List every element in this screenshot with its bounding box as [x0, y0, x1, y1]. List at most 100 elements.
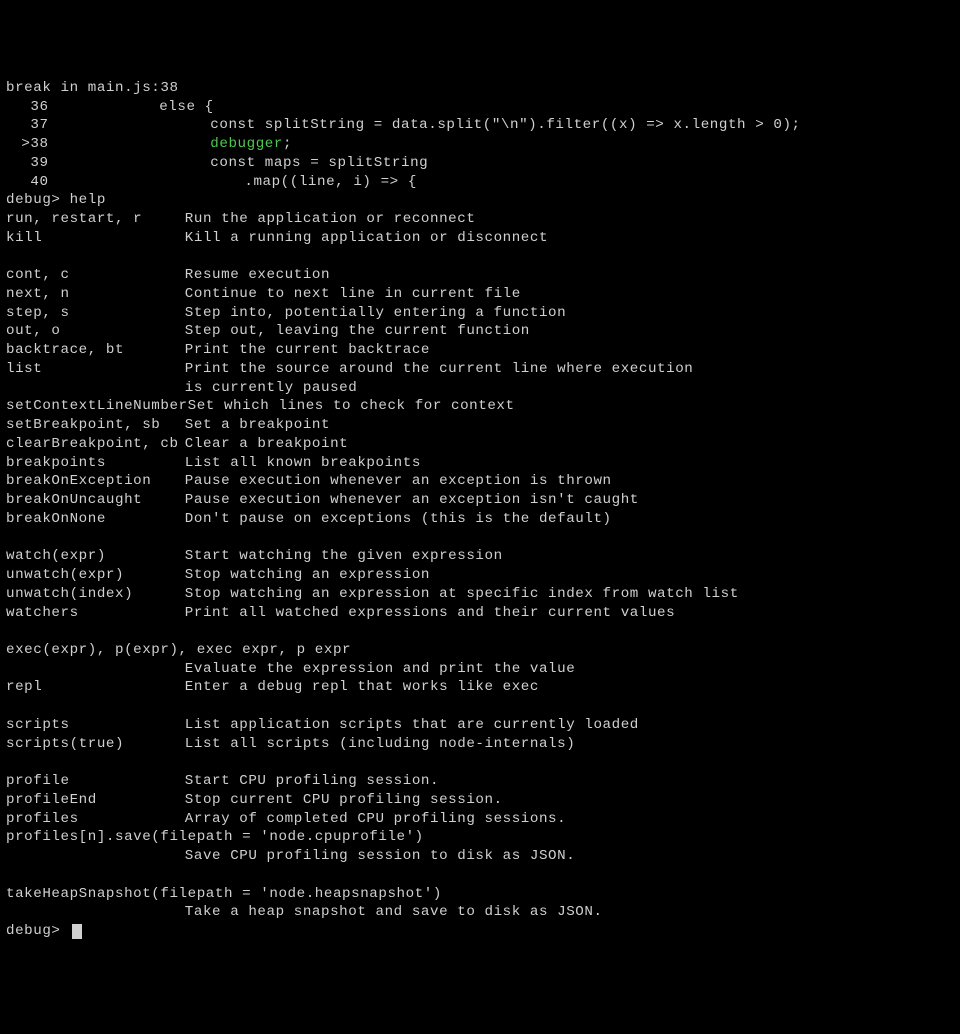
help-command: breakpoints: [6, 454, 185, 473]
source-line: 37 const splitString = data.split("\n").f…: [6, 116, 954, 135]
help-row: [6, 622, 954, 641]
help-row: unwatch(index)Stop watching an expressio…: [6, 585, 954, 604]
help-row: [6, 529, 954, 548]
terminal-output[interactable]: break in main.js:38 36 else { 37 const split…: [6, 79, 954, 941]
debug-prompt[interactable]: debug>: [6, 922, 954, 941]
help-description: Don't pause on exceptions (this is the d…: [185, 511, 612, 527]
help-description: Save CPU profiling session to disk as JS…: [185, 848, 576, 864]
help-command: scripts: [6, 716, 185, 735]
help-description: Print all watched expressions and their …: [185, 605, 675, 621]
help-description: Pause execution whenever an exception is…: [185, 473, 612, 489]
help-row: step, sStep into, potentially entering a…: [6, 304, 954, 323]
help-command: run, restart, r: [6, 210, 185, 229]
help-row: Evaluate the expression and print the va…: [6, 660, 954, 679]
help-row: takeHeapSnapshot(filepath = 'node.heapsn…: [6, 885, 954, 904]
help-description: Evaluate the expression and print the va…: [185, 661, 576, 677]
help-description: List all scripts (including node-interna…: [185, 736, 576, 752]
debugger-keyword: debugger: [210, 136, 283, 152]
help-row: profileStart CPU profiling session.: [6, 772, 954, 791]
break-location-text: break in main.js:38: [6, 80, 179, 96]
help-row: [6, 753, 954, 772]
help-row: profilesArray of completed CPU profiling…: [6, 810, 954, 829]
code-text: const maps = splitString: [210, 155, 428, 171]
help-row: breakOnExceptionPause execution whenever…: [6, 472, 954, 491]
help-command: step, s: [6, 304, 185, 323]
help-command: kill: [6, 229, 185, 248]
help-row: run, restart, rRun the application or re…: [6, 210, 954, 229]
help-command: profile: [6, 772, 185, 791]
line-number: >38: [6, 135, 49, 154]
help-row: watchersPrint all watched expressions an…: [6, 604, 954, 623]
source-line: 36 else {: [6, 98, 954, 117]
help-command: breakOnException: [6, 472, 185, 491]
debug-prompt-label: debug>: [6, 923, 70, 939]
help-row: is currently paused: [6, 379, 954, 398]
help-description: Set which lines to check for context: [188, 398, 515, 414]
line-number: 39: [6, 154, 49, 173]
help-row: next, nContinue to next line in current …: [6, 285, 954, 304]
help-command: unwatch(index): [6, 585, 185, 604]
help-description: Enter a debug repl that works like exec: [185, 679, 539, 695]
help-row: backtrace, btPrint the current backtrace: [6, 341, 954, 360]
help-row: Take a heap snapshot and save to disk as…: [6, 903, 954, 922]
help-full-line: exec(expr), p(expr), exec expr, p expr: [6, 642, 351, 658]
help-description: Stop current CPU profiling session.: [185, 792, 503, 808]
help-description: Run the application or reconnect: [185, 211, 476, 227]
help-row: exec(expr), p(expr), exec expr, p expr: [6, 641, 954, 660]
help-row: watch(expr)Start watching the given expr…: [6, 547, 954, 566]
help-row: unwatch(expr)Stop watching an expression: [6, 566, 954, 585]
help-full-line: takeHeapSnapshot(filepath = 'node.heapsn…: [6, 886, 442, 902]
help-description: List all known breakpoints: [185, 455, 421, 471]
help-row: cont, cResume execution: [6, 266, 954, 285]
help-command: out, o: [6, 322, 185, 341]
help-row: [6, 248, 954, 267]
debug-prompt-line: debug> help: [6, 191, 954, 210]
help-full-line: profiles[n].save(filepath = 'node.cpupro…: [6, 829, 424, 845]
help-row: profiles[n].save(filepath = 'node.cpupro…: [6, 828, 954, 847]
code-text: .map((line, i) => {: [244, 174, 417, 190]
help-description: Step into, potentially entering a functi…: [185, 305, 566, 321]
help-command: breakOnNone: [6, 510, 185, 529]
help-command: watchers: [6, 604, 185, 623]
help-command: watch(expr): [6, 547, 185, 566]
source-line: 39 const maps = splitString: [6, 154, 954, 173]
help-command: setContextLineNumber: [6, 397, 188, 416]
help-description: is currently paused: [185, 380, 358, 396]
help-description: Continue to next line in current file: [185, 286, 521, 302]
help-command: scripts(true): [6, 735, 185, 754]
source-line: 40 .map((line, i) => {: [6, 173, 954, 192]
help-command: list: [6, 360, 185, 379]
help-command: cont, c: [6, 266, 185, 285]
help-description: Resume execution: [185, 267, 330, 283]
help-row: setContextLineNumberSet which lines to c…: [6, 397, 954, 416]
help-row: replEnter a debug repl that works like e…: [6, 678, 954, 697]
help-command: clearBreakpoint, cb: [6, 435, 185, 454]
help-command: unwatch(expr): [6, 566, 185, 585]
help-row: [6, 866, 954, 885]
help-row: breakOnNoneDon't pause on exceptions (th…: [6, 510, 954, 529]
help-description: Start watching the given expression: [185, 548, 503, 564]
line-number: 40: [6, 173, 49, 192]
help-command: profiles: [6, 810, 185, 829]
debug-prompt-text: debug> help: [6, 192, 106, 208]
help-command: profileEnd: [6, 791, 185, 810]
code-text: const splitString = data.split("\n").fil…: [210, 117, 800, 133]
code-text: ;: [283, 136, 292, 152]
help-row: clearBreakpoint, cbClear a breakpoint: [6, 435, 954, 454]
code-text: else {: [159, 99, 214, 115]
help-row: out, oStep out, leaving the current func…: [6, 322, 954, 341]
help-description: Stop watching an expression: [185, 567, 430, 583]
help-row: breakpointsList all known breakpoints: [6, 454, 954, 473]
help-command: next, n: [6, 285, 185, 304]
source-line: >38 debugger;: [6, 135, 954, 154]
line-number: 37: [6, 116, 49, 135]
help-description: Start CPU profiling session.: [185, 773, 439, 789]
help-row: listPrint the source around the current …: [6, 360, 954, 379]
help-description: Pause execution whenever an exception is…: [185, 492, 639, 508]
line-number: 36: [6, 98, 49, 117]
help-description: Take a heap snapshot and save to disk as…: [185, 904, 603, 920]
help-row: scriptsList application scripts that are…: [6, 716, 954, 735]
help-row: setBreakpoint, sbSet a breakpoint: [6, 416, 954, 435]
help-description: Stop watching an expression at specific …: [185, 586, 739, 602]
help-command: repl: [6, 678, 185, 697]
